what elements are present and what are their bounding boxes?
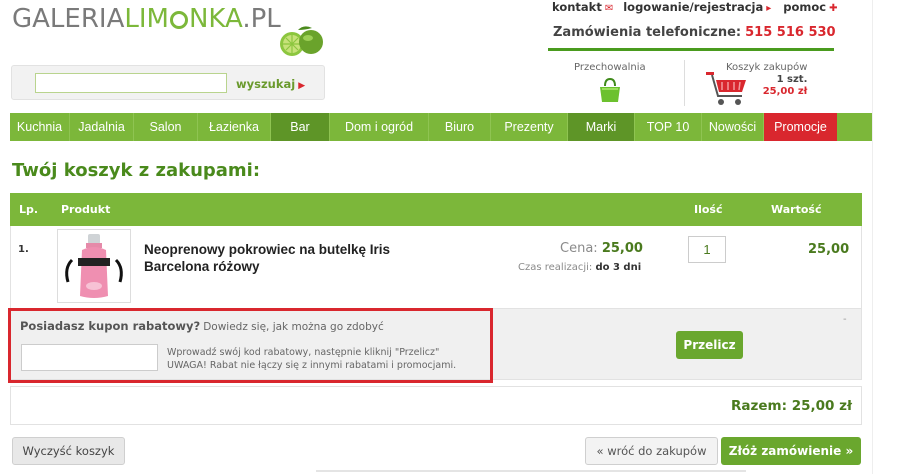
bottle-cover-image <box>65 234 123 298</box>
logo-text-galeria: GALERIA <box>12 4 125 34</box>
limes-icon <box>280 26 323 56</box>
lead-time: Czas realizacji: do 3 dni <box>518 262 641 273</box>
nav-item-biuro[interactable]: Biuro <box>429 113 491 141</box>
product-price: Cena: 25,00 <box>560 241 643 256</box>
total-label: Razem: <box>731 398 787 414</box>
search-button-label: wyszukaj <box>236 77 296 91</box>
product-name-link[interactable]: Neoprenowy pokrowiec na butelkę Iris Bar… <box>144 241 444 275</box>
col-lp: Lp. <box>19 203 39 216</box>
lime-o-icon <box>169 11 188 29</box>
coupon-code-input[interactable] <box>21 344 158 371</box>
coupon-hint-line2: UWAGA! Rabat nie łączy się z innymi raba… <box>167 360 457 371</box>
cart-label: Koszyk zakupów <box>726 62 808 73</box>
footer-divider <box>316 470 746 472</box>
col-product: Produkt <box>61 203 111 216</box>
phone-orders: Zamówienia telefoniczne: 515 516 530 <box>553 25 836 40</box>
row-lp: 1. <box>18 244 29 255</box>
phone-underline <box>548 48 834 51</box>
nav-item-salon[interactable]: Salon <box>134 113 198 141</box>
nav-item-dom-i-ogrod[interactable]: Dom i ogród <box>330 113 429 141</box>
cart-table-header: Lp. Produkt Ilość Wartość <box>10 193 862 226</box>
nav-item-kuchnia[interactable]: Kuchnia <box>10 113 70 141</box>
storage-label[interactable]: Przechowalnia <box>574 62 646 73</box>
contact-link[interactable]: kontakt <box>552 0 602 14</box>
help-icon: ✚ <box>829 3 838 14</box>
coupon-info-link[interactable]: Dowiedz się, jak można go zdobyć <box>203 321 384 333</box>
total-value: 25,00 zł <box>791 398 852 414</box>
search-button[interactable]: wyszukaj ▶ <box>236 77 305 91</box>
product-thumbnail[interactable] <box>57 229 131 303</box>
recalculate-button[interactable]: Przelicz <box>676 331 743 359</box>
coupon-hint: Wprowadź swój kod rabatowy, następnie kl… <box>167 346 456 372</box>
clear-cart-button[interactable]: Wyczyść koszyk <box>12 437 125 465</box>
nav-item-promocje[interactable]: Promocje <box>764 113 837 141</box>
header-divider <box>684 60 685 106</box>
nav-item-marki[interactable]: Marki <box>568 113 635 141</box>
coupon-question: Posiadasz kupon rabatowy? Dowiedz się, ja… <box>20 319 384 333</box>
coupon-discount-value: - <box>843 314 847 325</box>
login-link[interactable]: logowanie/rejestracja <box>623 0 763 14</box>
login-icon: ▸ <box>766 3 772 14</box>
page-title: Twój koszyk z zakupami: <box>12 160 261 181</box>
nav-item-jadalnia[interactable]: Jadalnia <box>70 113 134 141</box>
site-logo[interactable]: GALERIALIM NKA.PL <box>12 4 281 34</box>
cart-qty: 1 szt. <box>776 74 808 85</box>
cart-total: Razem: 25,00 zł <box>731 398 852 414</box>
row-value: 25,00 <box>808 242 850 257</box>
coupon-question-text: Posiadasz kupon rabatowy? <box>20 319 201 333</box>
lead-time-value: do 3 dni <box>595 262 642 273</box>
place-order-button[interactable]: Złóż zamówienie » <box>721 437 861 465</box>
logo-text-pl: .PL <box>242 4 281 34</box>
nav-item-top10[interactable]: TOP 10 <box>635 113 702 141</box>
nav-item-lazienka[interactable]: Łazienka <box>198 113 271 141</box>
envelope-icon: ✉ <box>604 3 614 14</box>
cart-summary[interactable]: Koszyk zakupów 1 szt. 25,00 zł <box>726 62 807 98</box>
phone-label: Zamówienia telefoniczne: <box>553 25 742 40</box>
logo-text-lim: LIM <box>124 4 169 34</box>
logo-text-nka: NKA <box>188 4 243 34</box>
help-link[interactable]: pomoc <box>783 0 826 14</box>
top-links: kontakt ✉ logowanie/rejestracja ▸ pomoc ✚ <box>552 0 848 14</box>
coupon-hint-line1: Wprowadź swój kod rabatowy, następnie kl… <box>167 347 440 358</box>
quantity-input[interactable] <box>688 236 726 263</box>
main-nav: Kuchnia Jadalnia Salon Łazienka Bar Dom … <box>10 113 872 141</box>
lead-time-label: Czas realizacji: <box>518 262 593 273</box>
bag-icon[interactable] <box>598 77 622 103</box>
price-label: Cena: <box>560 241 598 256</box>
phone-number: 515 516 530 <box>745 25 836 40</box>
search-input[interactable] <box>35 73 227 93</box>
nav-item-bar[interactable]: Bar <box>271 113 330 141</box>
nav-item-prezenty[interactable]: Prezenty <box>491 113 568 141</box>
page-edge <box>872 0 873 474</box>
col-value: Wartość <box>771 203 822 216</box>
arrow-right-icon: ▶ <box>298 81 306 91</box>
nav-item-nowosci[interactable]: Nowości <box>702 113 764 141</box>
cart-amount: 25,00 zł <box>762 86 808 97</box>
back-to-shopping-button[interactable]: « wróć do zakupów <box>585 437 718 465</box>
price-value: 25,00 <box>601 241 643 256</box>
col-qty: Ilość <box>694 203 723 216</box>
